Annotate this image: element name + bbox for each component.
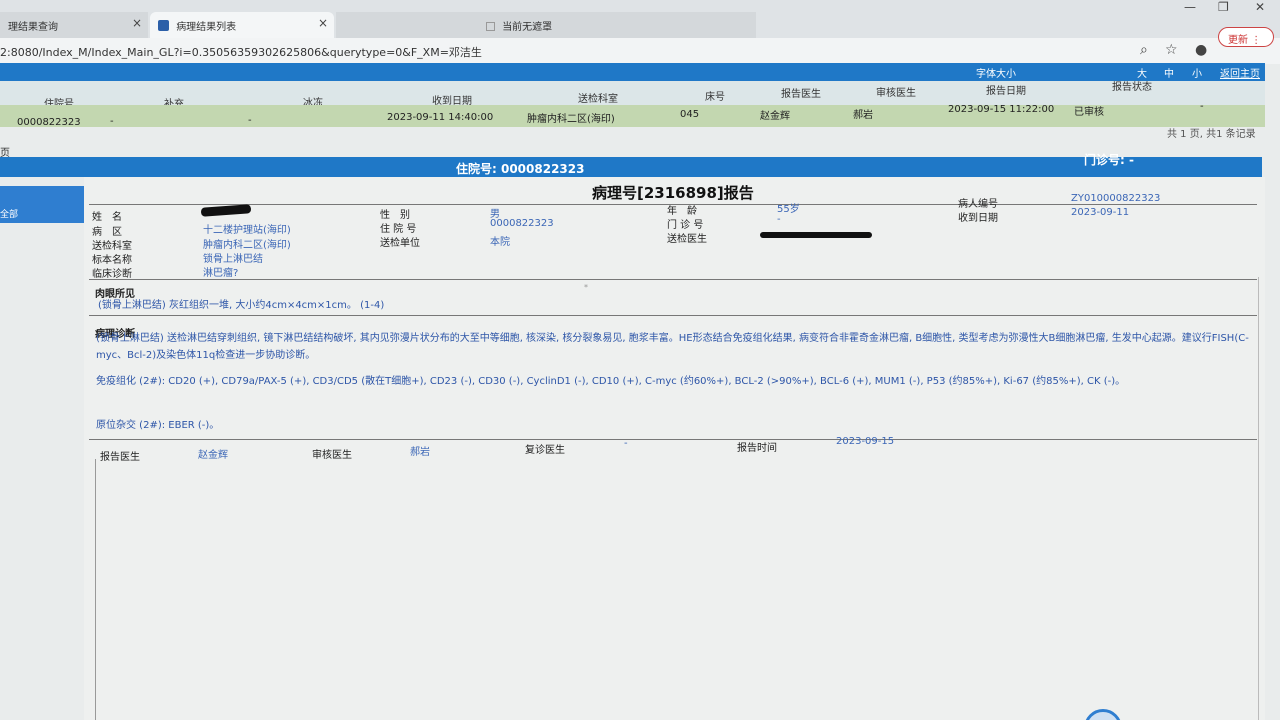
font-small-button[interactable]: 小 — [1192, 65, 1202, 80]
restore-icon[interactable]: ❐ — [1218, 0, 1229, 14]
pathology-report: 病理号[2316898]报告 姓 名 病 区 十二楼护理站(海印) 送检科室 肿… — [84, 177, 1265, 720]
profile-icon[interactable]: ● — [1195, 42, 1207, 58]
window-close-icon[interactable]: ✕ — [1255, 0, 1265, 14]
update-button[interactable]: 更新 ⋮ — [1218, 27, 1274, 47]
diagnosis-text: (锁骨上淋巴结) 送检淋巴结穿刺组织, 镜下淋巴结结构破坏, 其内见弥漫片状分布… — [96, 333, 1249, 361]
app-top-bar: 字体大小 大 中 小 返回主页 — [0, 63, 1265, 81]
divider — [89, 439, 1257, 440]
browser-tab-bar: 理结果查询 × 病理结果列表 × 当前无遮罩 — ❐ ✕ — [0, 0, 1280, 38]
recheck-doctor-value: - — [624, 438, 628, 449]
clinical-label: 临床诊断 — [92, 269, 132, 280]
report-title: 病理号[2316898]报告 — [592, 184, 754, 202]
cell-inpatient: 0000822323 — [17, 117, 81, 128]
cell-received-date: 2023-09-11 14:40:00 — [387, 112, 494, 123]
outpatient-label: 门 诊 号 — [667, 220, 704, 231]
unit-value: 本院 — [490, 237, 510, 248]
patient-id-label: 病人编号 — [958, 199, 998, 210]
received-value: 2023-09-11 — [1071, 207, 1130, 218]
outpatient-number: 门诊号: - — [1084, 153, 1134, 167]
col-bed[interactable]: 床号 — [705, 88, 725, 103]
redaction-mark — [760, 232, 872, 238]
browser-tab-blank[interactable]: 当前无遮罩 — [336, 12, 756, 38]
star-icon[interactable]: ☆ — [1165, 42, 1178, 58]
age-value: 55岁 — [777, 204, 800, 215]
patient-id-value: ZY010000822323 — [1071, 193, 1161, 204]
specimen-label: 标本名称 — [92, 255, 132, 266]
ihc-text: 免疫组化 (2#): CD20 (+), CD79a/PAX-5 (+), CD… — [96, 376, 1126, 387]
divider — [89, 279, 1257, 280]
clinical-value: 淋巴瘤? — [203, 268, 239, 279]
report-left-border — [95, 459, 96, 720]
close-icon[interactable]: × — [318, 16, 328, 30]
specimen-value: 锁骨上淋巴结 — [203, 254, 263, 265]
cell-frozen: - — [248, 115, 252, 126]
col-report-doctor[interactable]: 报告医生 — [781, 85, 821, 100]
tab-label: 当前无遮罩 — [502, 22, 553, 33]
table-row[interactable]: 0000822323 - - 2023-09-11 14:40:00 肿瘤内科二… — [0, 101, 1265, 128]
home-link[interactable]: 返回主页 — [1220, 65, 1260, 80]
inpatient-label: 住 院 号 — [380, 224, 417, 235]
cell-bed: 045 — [680, 109, 700, 120]
cell-report-doctor: 赵金辉 — [760, 111, 790, 122]
review-doctor-value: 郝岩 — [410, 447, 430, 458]
cell-status: 已审核 — [1074, 107, 1104, 118]
font-size-label: 字体大小 — [976, 69, 1016, 80]
update-label: 更新 — [1228, 35, 1248, 46]
redaction-mark — [200, 204, 252, 217]
browser-tab-query[interactable]: 理结果查询 × — [0, 12, 148, 38]
col-report-date[interactable]: 报告日期 — [986, 82, 1026, 97]
report-time-label: 报告时间 — [737, 443, 777, 454]
search-icon[interactable]: ⌕ — [1140, 42, 1148, 58]
tab-label: 病理结果列表 — [176, 22, 237, 33]
ward-value: 十二楼护理站(海印) — [203, 225, 291, 236]
inpatient-number: 住院号: 0000822323 — [456, 162, 585, 176]
ward-label: 病 区 — [92, 227, 122, 238]
dept-label: 送检科室 — [92, 241, 132, 252]
cell-department: 肿瘤内科二区(海印) — [527, 114, 615, 125]
cell-extra: - — [1200, 101, 1204, 112]
close-icon[interactable]: × — [132, 16, 142, 30]
sidebar: 全部 — [0, 177, 84, 720]
col-status[interactable]: 报告状态 — [1112, 78, 1152, 93]
review-doctor-label: 审核医生 — [312, 450, 352, 461]
browser-tab-results[interactable]: 病理结果列表 × — [150, 12, 334, 38]
report-doctor-value: 赵金辉 — [198, 450, 228, 461]
age-label: 年 龄 — [667, 206, 697, 217]
address-bar: 2:8080/Index_M/Index_Main_GL?i=0.3505635… — [0, 38, 1280, 64]
unit-label: 送检单位 — [380, 238, 420, 249]
send-doctor-label: 送检医生 — [667, 234, 707, 245]
results-table-header: 住院号 补充 冰冻 收到日期 送检科室 床号 报告医生 审核医生 报告日期 报告… — [0, 78, 1265, 110]
page-icon — [486, 22, 495, 31]
report-time-value: 2023-09-15 — [836, 436, 895, 447]
tab-label: 理结果查询 — [8, 22, 58, 33]
pager-text: 共 1 页, 共1 条记录 — [1167, 129, 1256, 140]
divider — [89, 315, 1257, 316]
inpatient-value: 0000822323 — [490, 218, 554, 229]
cursor-icon: * — [584, 283, 588, 292]
received-label: 收到日期 — [958, 213, 998, 224]
report-right-border — [1258, 277, 1259, 720]
cell-report-date: 2023-09-15 11:22:00 — [948, 104, 1055, 115]
gross-text: (锁骨上淋巴结) 灰红组织一堆, 大小约4cm×4cm×1cm。 (1-4) — [98, 300, 385, 311]
checkbox-icon — [158, 20, 169, 31]
patient-id-bar: 住院号: 0000822323 门诊号: - — [0, 153, 1262, 177]
col-review-doctor[interactable]: 审核医生 — [876, 84, 916, 99]
minimize-icon[interactable]: — — [1184, 0, 1196, 14]
dept-value: 肿瘤内科二区(海印) — [203, 240, 291, 251]
sidebar-item-all[interactable]: 全部 — [0, 186, 84, 223]
url-field[interactable]: 2:8080/Index_M/Index_Main_GL?i=0.3505635… — [0, 44, 482, 60]
cell-review-doctor: 郝岩 — [853, 110, 873, 121]
col-department[interactable]: 送检科室 — [578, 90, 618, 105]
cell-supplement: - — [110, 116, 114, 127]
sex-label: 性 别 — [380, 210, 410, 221]
sidebar-item-label: 全部 — [0, 210, 19, 220]
name-label: 姓 名 — [92, 212, 122, 223]
report-doctor-label: 报告医生 — [100, 452, 140, 463]
outpatient-value: - — [777, 214, 781, 225]
ish-text: 原位杂交 (2#): EBER (-)。 — [96, 420, 220, 431]
recheck-doctor-label: 复诊医生 — [525, 445, 565, 456]
font-medium-button[interactable]: 中 — [1164, 65, 1174, 80]
